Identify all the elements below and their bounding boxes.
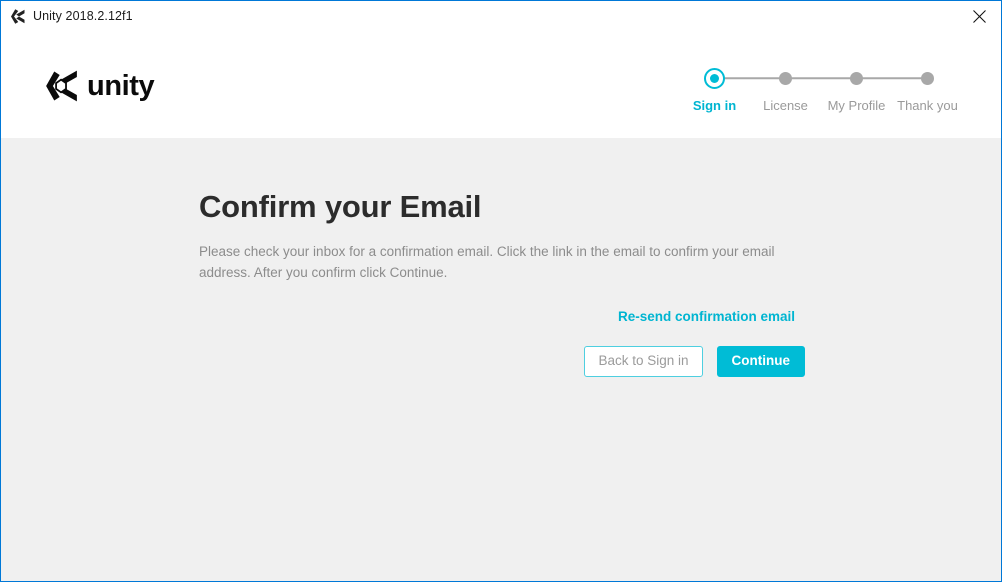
title-bar: Unity 2018.2.12f1 bbox=[1, 1, 1001, 31]
button-row: Back to Sign in Continue bbox=[584, 345, 805, 377]
unity-brand-logo: unity bbox=[43, 67, 155, 105]
main-content-area: Confirm your Email Please check your inb… bbox=[1, 138, 1001, 581]
step-dot-icon bbox=[921, 71, 934, 85]
back-to-sign-in-button[interactable]: Back to Sign in bbox=[584, 345, 703, 377]
step-dot-active-icon bbox=[704, 67, 725, 89]
close-icon bbox=[972, 9, 986, 23]
step-dot-row bbox=[892, 67, 963, 89]
step-sign-in[interactable]: Sign in bbox=[679, 67, 786, 113]
page-description: Please check your inbox for a confirmati… bbox=[199, 244, 775, 281]
step-thank-you[interactable]: Thank you bbox=[892, 67, 963, 112]
step-dot-row bbox=[750, 67, 857, 89]
step-label-thank-you: Thank you bbox=[897, 98, 958, 113]
resend-confirmation-email-link[interactable]: Re-send confirmation email bbox=[618, 310, 795, 324]
unity-logo-icon bbox=[9, 8, 26, 25]
step-my-profile[interactable]: My Profile bbox=[821, 67, 928, 113]
continue-button[interactable]: Continue bbox=[716, 345, 805, 377]
step-dot-row bbox=[679, 67, 786, 89]
step-label-license: License bbox=[763, 98, 808, 113]
unity-wordmark: unity bbox=[87, 70, 155, 102]
unity-cube-icon bbox=[43, 67, 80, 105]
step-label-sign-in: Sign in bbox=[692, 98, 737, 113]
step-dot-icon bbox=[850, 71, 863, 85]
confirm-email-panel: Confirm your Email Please check your inb… bbox=[199, 189, 839, 284]
step-license[interactable]: License bbox=[750, 67, 857, 113]
app-header: unity Sign in License My Profile Thank y… bbox=[1, 31, 1001, 138]
title-bar-left: Unity 2018.2.12f1 bbox=[9, 8, 133, 25]
step-dot-row bbox=[821, 67, 928, 89]
close-button[interactable] bbox=[957, 2, 1001, 31]
page-title: Confirm your Email bbox=[199, 189, 482, 224]
action-area: Re-send confirmation email Back to Sign … bbox=[199, 310, 805, 377]
step-dot-icon bbox=[779, 71, 792, 85]
onboarding-stepper: Sign in License My Profile Thank you bbox=[679, 67, 963, 112]
window-title: Unity 2018.2.12f1 bbox=[33, 8, 133, 23]
step-label-my-profile: My Profile bbox=[827, 98, 886, 113]
unity-hub-window: Unity 2018.2.12f1 unity Sign in License … bbox=[0, 0, 1002, 582]
